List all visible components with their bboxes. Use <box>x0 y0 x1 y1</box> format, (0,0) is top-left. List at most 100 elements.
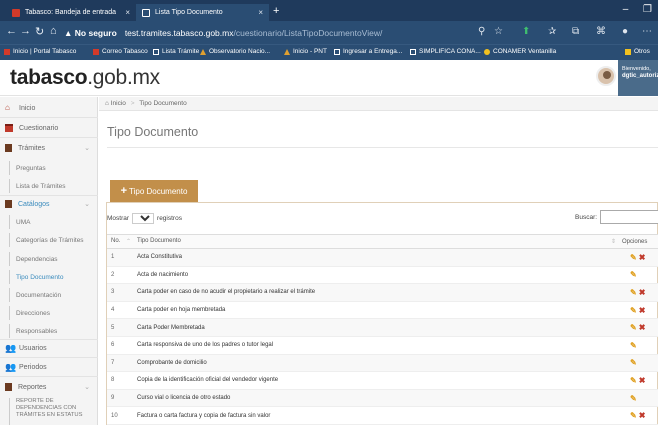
table-row: 10 Factura o carta factura y copia de fac… <box>107 406 658 425</box>
table-panel: Mostrar 10 registros Buscar: No. ⌃ Tipo D… <box>106 202 658 425</box>
delete-x-icon[interactable]: ✖ <box>639 376 646 385</box>
file-icon <box>5 200 12 208</box>
edit-pencil-icon[interactable]: ✎ <box>630 376 637 385</box>
bookmark-item[interactable]: Ingresar a Entrega... <box>334 48 402 55</box>
reload-icon[interactable]: ↻ <box>35 25 44 38</box>
bookmark-item[interactable]: Observatorio Nacio... <box>200 48 270 55</box>
sidebar-item-usuarios[interactable]: 👥 Usuarios <box>0 341 98 355</box>
maximize-icon[interactable]: ❐ <box>643 4 652 15</box>
row-number: 6 <box>107 336 133 355</box>
collections-icon[interactable]: ⧉ <box>572 26 579 37</box>
edit-pencil-icon[interactable]: ✎ <box>630 288 637 297</box>
edit-pencil-icon[interactable]: ✎ <box>630 253 637 262</box>
search-input[interactable] <box>600 210 658 224</box>
new-tab-icon[interactable]: + <box>273 5 279 17</box>
sidebar-item-cuestionario[interactable]: Cuestionario <box>0 121 98 135</box>
sidebar-item-preguntas[interactable]: Preguntas <box>9 161 98 175</box>
share-icon[interactable]: ⌘ <box>596 26 606 37</box>
delete-x-icon[interactable]: ✖ <box>639 288 646 297</box>
row-number: 5 <box>107 318 133 337</box>
minimize-icon[interactable]: – <box>623 4 629 15</box>
bookmark-item[interactable]: Inicio - PNT <box>284 48 327 55</box>
users-icon: 👥 <box>5 343 17 353</box>
records-label: registros <box>157 215 182 222</box>
table-row: 9 Curso vial o licencia de otro estado ✎ <box>107 389 658 408</box>
sidebar-item-responsables[interactable]: Responsables <box>9 324 98 338</box>
username: dgtic_autoriza <box>622 73 658 79</box>
edit-pencil-icon[interactable]: ✎ <box>630 341 637 350</box>
delete-x-icon[interactable]: ✖ <box>639 306 646 315</box>
row-document-name: Copia de la identificación oficial del v… <box>133 371 618 390</box>
delete-x-icon[interactable]: ✖ <box>639 253 646 262</box>
sidebar-item-documentacion[interactable]: Documentación <box>9 288 98 302</box>
row-number: 4 <box>107 301 133 320</box>
page-length-select[interactable]: 10 <box>132 213 155 224</box>
user-menu[interactable]: Bienvenido, dgtic_autoriza <box>618 60 658 96</box>
site-logo[interactable]: tabasco.gob.mx <box>10 66 160 90</box>
forward-icon[interactable]: → <box>20 25 31 37</box>
zoom-icon[interactable]: ⚲ <box>478 26 485 37</box>
title-divider <box>107 147 658 148</box>
sidebar-item-reporte-dependencias[interactable]: REPORTE DE DEPENDENCIAS CON TRÁMITES EN … <box>9 398 98 425</box>
profile-icon[interactable]: ● <box>622 26 628 37</box>
row-document-name: Acta Constitutiva <box>133 248 618 267</box>
sidebar-item-tramites[interactable]: Trámites ⌄ <box>0 141 98 155</box>
row-options: ✎ ✖ <box>618 301 658 320</box>
more-icon[interactable]: ⋯ <box>642 26 652 37</box>
close-tab-icon[interactable]: × <box>125 8 130 17</box>
show-label: Mostrar <box>107 215 130 222</box>
edit-pencil-icon[interactable]: ✎ <box>630 358 637 367</box>
sort-icon: ⇕ <box>610 239 616 245</box>
sidebar-item-uma[interactable]: UMA <box>9 215 98 229</box>
sidebar-item-dependencias[interactable]: Dependencias <box>9 252 98 266</box>
home-icon[interactable]: ⌂ <box>50 25 57 37</box>
edit-pencil-icon[interactable]: ✎ <box>630 323 637 332</box>
sidebar-item-reportes[interactable]: Reportes ⌄ <box>0 380 98 394</box>
bookmark-item[interactable]: SIMPLIFICA CONA... <box>410 48 481 55</box>
star-icon[interactable]: ☆ <box>494 26 503 37</box>
edit-pencil-icon[interactable]: ✎ <box>630 411 637 420</box>
sidebar-item-tipo-documento[interactable]: Tipo Documento <box>9 270 98 284</box>
tab-lista-tipo-documento[interactable]: Lista Tipo Documento × <box>136 4 269 21</box>
sidebar-item-categorias[interactable]: Categorías de Trámites <box>9 233 98 247</box>
breadcrumb-home[interactable]: Inicio <box>111 100 126 107</box>
page-length-control: Mostrar 10 registros <box>107 213 182 224</box>
back-icon[interactable]: ← <box>6 25 17 37</box>
sidebar-item-direcciones[interactable]: Direcciones <box>9 306 98 320</box>
tabasco-icon <box>93 48 99 55</box>
not-secure-label[interactable]: ▲ No seguro <box>64 28 117 38</box>
close-tab-icon[interactable]: × <box>258 8 263 17</box>
edit-pencil-icon[interactable]: ✎ <box>630 394 637 403</box>
sidebar-item-catalogos[interactable]: Catálogos ⌄ <box>0 197 98 211</box>
document-icon <box>410 48 416 55</box>
tab-title: Lista Tipo Documento <box>155 9 223 16</box>
breadcrumb-separator: > <box>130 100 135 107</box>
edit-pencil-icon[interactable]: ✎ <box>630 306 637 315</box>
bookmark-item[interactable]: Correo Tabasco <box>93 48 148 55</box>
tab-bandeja[interactable]: Tabasco: Bandeja de entrada × <box>6 4 136 21</box>
column-header-name[interactable]: Tipo Documento ⇕ <box>133 234 618 249</box>
row-document-name: Comprobante de domicilio <box>133 354 618 373</box>
chevron-down-icon: ⌄ <box>84 145 90 152</box>
edit-pencil-icon[interactable]: ✎ <box>630 270 637 279</box>
sidebar-item-inicio[interactable]: ⌂ Inicio <box>0 101 98 115</box>
extension-icon[interactable]: ⬆ <box>522 26 530 37</box>
page-title: Tipo Documento <box>107 125 199 139</box>
sidebar-item-periodos[interactable]: 👥 Periodos <box>0 360 98 374</box>
add-tipo-documento-button[interactable]: + Tipo Documento <box>110 180 198 202</box>
calendar-icon <box>5 124 13 132</box>
row-number: 2 <box>107 266 133 285</box>
avatar[interactable] <box>596 66 616 86</box>
bookmark-item[interactable]: Lista Trámite <box>153 48 199 55</box>
column-header-num[interactable]: No. ⌃ <box>107 234 133 249</box>
chevron-down-icon: ⌄ <box>84 384 90 391</box>
bookmark-item[interactable]: Inicio | Portal Tabasco <box>4 48 76 55</box>
favorites-icon[interactable]: ✰ <box>548 26 556 37</box>
folder-icon <box>625 48 631 55</box>
bookmark-item[interactable]: CONAMER Ventanilla <box>484 48 556 55</box>
url-bar[interactable]: ▲ No seguro test.tramites.tabasco.gob.mx… <box>64 24 500 41</box>
bookmark-item[interactable]: Otros <box>625 48 650 55</box>
delete-x-icon[interactable]: ✖ <box>639 323 646 332</box>
delete-x-icon[interactable]: ✖ <box>639 411 646 420</box>
sidebar-item-lista-tramites[interactable]: Lista de Trámites <box>9 179 98 193</box>
